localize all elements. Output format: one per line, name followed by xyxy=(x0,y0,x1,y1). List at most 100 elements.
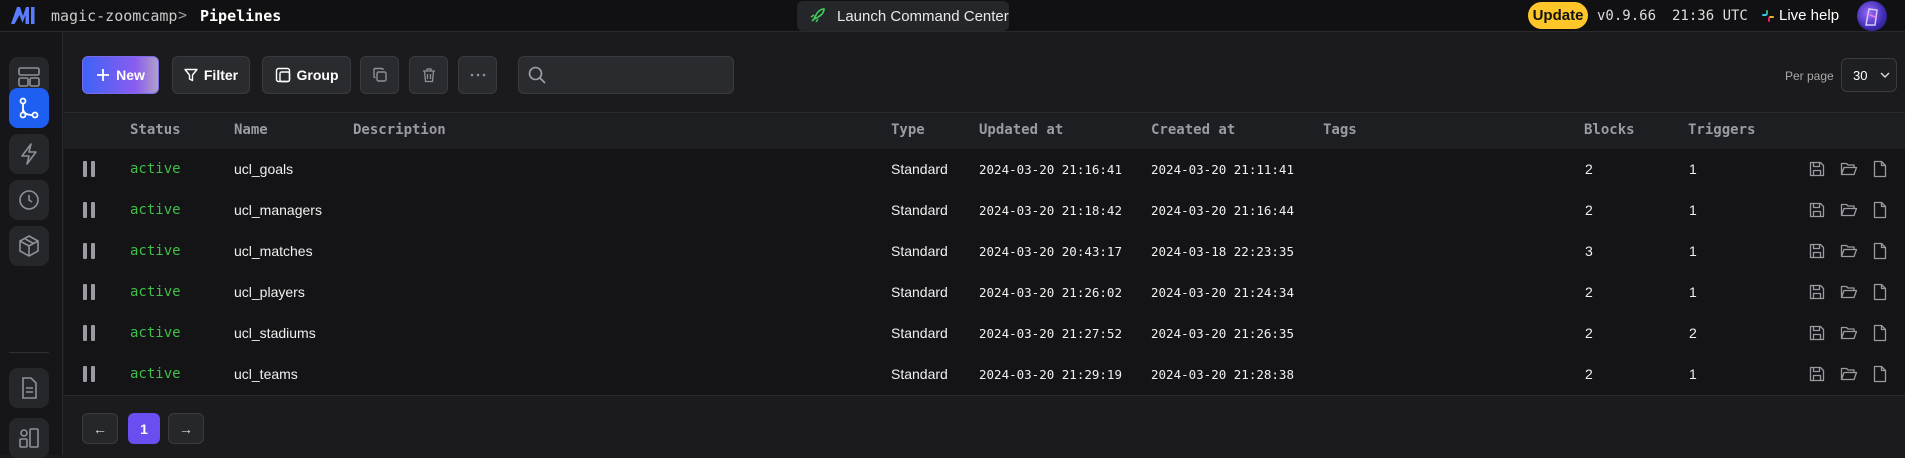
previous-page-button[interactable]: ← xyxy=(82,413,118,444)
cell-created-at: 2024-03-20 21:26:35 xyxy=(1151,326,1294,341)
cell-updated-at: 2024-03-20 21:18:42 xyxy=(979,203,1122,218)
pause-icon[interactable] xyxy=(83,366,97,382)
column-header-updated-at[interactable]: Updated at xyxy=(979,122,1063,138)
filter-button[interactable]: Filter xyxy=(172,56,250,94)
trash-icon xyxy=(422,68,435,83)
cube-icon xyxy=(19,235,39,257)
table-row[interactable]: active ucl_teams Standard 2024-03-20 21:29:… xyxy=(64,354,1905,396)
column-header-status[interactable]: Status xyxy=(130,122,181,138)
mage-logo-icon[interactable] xyxy=(10,4,36,26)
column-header-triggers[interactable]: Triggers xyxy=(1688,122,1755,138)
table-row[interactable]: active ucl_goals Standard 2024-03-20 21:16:… xyxy=(64,149,1905,191)
folder-open-icon[interactable] xyxy=(1840,324,1858,342)
nav-history-button[interactable] xyxy=(9,180,49,220)
cell-type: Standard xyxy=(891,202,948,218)
file-icon[interactable] xyxy=(1871,283,1889,301)
pause-icon[interactable] xyxy=(83,284,97,300)
table-row[interactable]: active ucl_matches Standard 2024-03-20 20:4… xyxy=(64,231,1905,273)
group-button-label: Group xyxy=(296,67,339,83)
nav-templates-button[interactable] xyxy=(9,418,49,458)
pipelines-icon xyxy=(19,97,39,119)
table-row[interactable]: active ucl_players Standard 2024-03-20 21:2… xyxy=(64,272,1905,314)
save-icon[interactable] xyxy=(1808,283,1826,301)
group-button[interactable]: Group xyxy=(262,56,351,94)
column-header-created-at[interactable]: Created at xyxy=(1151,122,1235,138)
file-icon[interactable] xyxy=(1871,201,1889,219)
save-icon[interactable] xyxy=(1808,201,1826,219)
folder-open-icon[interactable] xyxy=(1840,242,1858,260)
pause-bar xyxy=(91,243,95,259)
more-actions-button[interactable] xyxy=(458,56,497,94)
file-icon[interactable] xyxy=(1871,324,1889,342)
lightning-icon xyxy=(21,143,37,165)
pause-bar xyxy=(91,325,95,341)
nav-pipelines-button[interactable] xyxy=(9,88,49,128)
cell-blocks: 2 xyxy=(1585,161,1593,177)
live-help-label: Live help xyxy=(1779,7,1840,24)
folder-open-icon[interactable] xyxy=(1840,160,1858,178)
cell-name[interactable]: ucl_players xyxy=(234,284,305,300)
nav-divider xyxy=(9,352,49,353)
cell-type: Standard xyxy=(891,243,948,259)
file-icon[interactable] xyxy=(1871,242,1889,260)
cell-name[interactable]: ucl_matches xyxy=(234,243,313,259)
save-icon[interactable] xyxy=(1808,365,1826,383)
cell-name[interactable]: ucl_teams xyxy=(234,366,298,382)
delete-button[interactable] xyxy=(409,56,448,94)
cell-created-at: 2024-03-18 22:23:35 xyxy=(1151,244,1294,259)
left-navigation xyxy=(0,32,63,458)
column-header-blocks[interactable]: Blocks xyxy=(1584,122,1635,138)
pause-icon[interactable] xyxy=(83,202,97,218)
save-icon[interactable] xyxy=(1808,160,1826,178)
launch-command-center-button[interactable]: Launch Command Center xyxy=(797,1,1009,31)
update-button[interactable]: Update xyxy=(1528,2,1588,29)
breadcrumb-separator: > xyxy=(178,6,188,24)
avatar-image-icon xyxy=(1865,8,1878,26)
per-page-select[interactable]: 30 xyxy=(1841,58,1897,92)
pause-icon[interactable] xyxy=(83,325,97,341)
save-icon[interactable] xyxy=(1808,242,1826,260)
cell-name[interactable]: ucl_managers xyxy=(234,202,322,218)
nav-blocks-button[interactable] xyxy=(9,226,49,266)
pause-icon[interactable] xyxy=(83,161,97,177)
search-input[interactable] xyxy=(557,65,726,87)
pipelines-toolbar: New Filter Group Per page 30 xyxy=(62,32,1905,112)
column-header-name[interactable]: Name xyxy=(234,122,268,138)
nav-triggers-button[interactable] xyxy=(9,134,49,174)
cell-name[interactable]: ucl_goals xyxy=(234,161,293,177)
save-icon[interactable] xyxy=(1808,324,1826,342)
nav-files-button[interactable] xyxy=(9,368,49,408)
cell-type: Standard xyxy=(891,161,948,177)
cell-status: active xyxy=(130,325,181,341)
live-help-link[interactable]: Live help xyxy=(1762,7,1839,24)
new-pipeline-button[interactable]: New xyxy=(82,56,159,94)
table-row[interactable]: active ucl_stadiums Standard 2024-03-20 21:… xyxy=(64,313,1905,355)
document-icon xyxy=(22,377,37,399)
search-field[interactable] xyxy=(518,56,734,94)
file-icon[interactable] xyxy=(1871,160,1889,178)
column-header-description[interactable]: Description xyxy=(353,122,446,138)
table-row[interactable]: active ucl_managers Standard 2024-03-20 21:… xyxy=(64,190,1905,232)
page-button-current[interactable]: 1 xyxy=(128,413,160,444)
file-icon[interactable] xyxy=(1871,365,1889,383)
cell-triggers: 1 xyxy=(1689,284,1697,300)
top-header: magic-zoomcamp > Pipelines Launch Comman… xyxy=(0,0,1905,32)
folder-open-icon[interactable] xyxy=(1840,365,1858,383)
column-header-type[interactable]: Type xyxy=(891,122,925,138)
folder-open-icon[interactable] xyxy=(1840,283,1858,301)
breadcrumb-project[interactable]: magic-zoomcamp xyxy=(51,7,177,25)
user-avatar[interactable] xyxy=(1857,1,1887,31)
pause-icon[interactable] xyxy=(83,243,97,259)
folder-open-icon[interactable] xyxy=(1840,201,1858,219)
cell-triggers: 1 xyxy=(1689,243,1697,259)
cell-type: Standard xyxy=(891,325,948,341)
cell-status: active xyxy=(130,202,181,218)
cell-blocks: 2 xyxy=(1585,366,1593,382)
column-header-tags[interactable]: Tags xyxy=(1323,122,1357,138)
search-icon xyxy=(528,66,546,84)
next-page-button[interactable]: → xyxy=(168,413,204,444)
cell-updated-at: 2024-03-20 21:16:41 xyxy=(979,162,1122,177)
cell-name[interactable]: ucl_stadiums xyxy=(234,325,316,341)
clone-button[interactable] xyxy=(360,56,399,94)
cell-status: active xyxy=(130,284,181,300)
